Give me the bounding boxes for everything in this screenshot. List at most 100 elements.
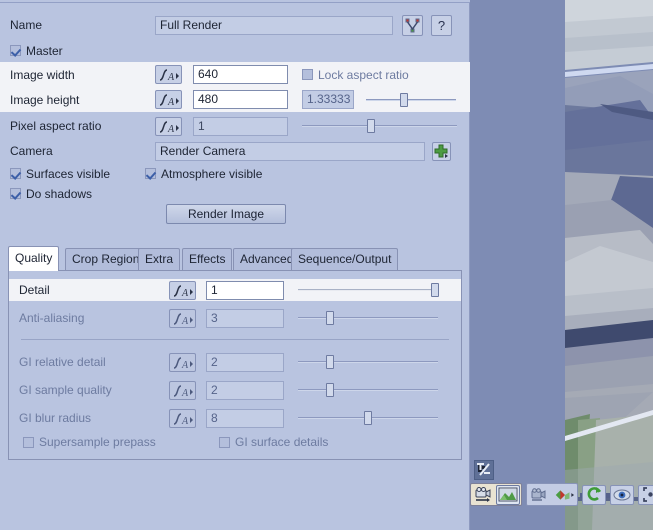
gi-sample-quality-slider[interactable] (298, 383, 438, 397)
toolbar-group-objects[interactable] (526, 483, 578, 506)
tab-crop-region[interactable]: Crop Region (65, 248, 146, 270)
toolbar-group-render[interactable] (470, 483, 522, 506)
eye-preview-icon[interactable] (610, 485, 634, 505)
gi-blur-radius-input[interactable]: 8 (206, 409, 284, 428)
function-curve-icon[interactable]: A (169, 281, 196, 300)
image-height-input[interactable]: 480 (193, 90, 288, 109)
function-curve-icon[interactable]: A (169, 309, 196, 328)
master-label: Master (26, 44, 63, 58)
row-detail: Detail A 1 (9, 279, 461, 301)
image-width-input[interactable]: 640 (193, 65, 288, 84)
lock-aspect-ratio-checkbox[interactable]: Lock aspect ratio (302, 68, 409, 82)
anti-aliasing-slider-thumb[interactable] (326, 311, 334, 325)
pixel-aspect-ratio-label: Pixel aspect ratio (0, 119, 155, 133)
svg-text:A: A (181, 388, 189, 399)
tab-bar[interactable]: Quality Crop Region Extra Effects Advanc… (8, 248, 462, 271)
pixel-aspect-ratio-input[interactable]: 1 (193, 117, 288, 136)
gi-sample-quality-label: GI sample quality (9, 383, 169, 397)
aspect-ratio-value: 1.33333 (302, 90, 354, 109)
row-pixel-aspect-ratio: Pixel aspect ratio A 1 (0, 115, 470, 137)
lock-aspect-ratio-label: Lock aspect ratio (318, 68, 409, 82)
do-shadows-label: Do shadows (26, 187, 92, 201)
pixel-aspect-ratio-slider-thumb[interactable] (367, 119, 375, 133)
name-label: Name (0, 18, 155, 32)
master-checkbox[interactable]: Master (0, 44, 63, 58)
function-curve-icon[interactable]: A (169, 381, 196, 400)
svg-text:A: A (167, 97, 175, 108)
function-curve-icon[interactable]: A (155, 65, 182, 84)
detail-slider-thumb[interactable] (431, 283, 439, 297)
gi-blur-radius-label: GI blur radius (9, 411, 169, 425)
svg-text:A: A (181, 316, 189, 327)
row-visibility: Surfaces visible Atmosphere visible (0, 165, 470, 182)
svg-text:A: A (181, 360, 189, 371)
supersample-prepass-checkbox[interactable]: Supersample prepass (9, 435, 219, 449)
tab-panel-quality: Detail A 1 Anti-aliasing (8, 270, 462, 460)
camera-select[interactable]: Render Camera (155, 142, 425, 161)
function-curve-icon[interactable]: A (155, 117, 182, 136)
svg-text:A: A (167, 72, 175, 83)
atmosphere-visible-checkbox[interactable]: Atmosphere visible (145, 167, 262, 181)
render-settings-panel: Name Full Render ? Master Image (0, 0, 470, 530)
function-curve-icon[interactable]: A (169, 409, 196, 428)
bottom-toolbar[interactable] (470, 483, 653, 506)
function-curve-icon[interactable]: A (155, 90, 182, 109)
gi-surface-details-box[interactable] (219, 437, 230, 448)
gi-relative-detail-input[interactable]: 2 (206, 353, 284, 372)
do-shadows-box[interactable] (10, 188, 21, 199)
aspect-ratio-slider-track (366, 99, 456, 101)
gi-relative-detail-slider[interactable] (298, 355, 438, 369)
app-window: Name Full Render ? Master Image (0, 0, 653, 530)
detail-input[interactable]: 1 (206, 281, 284, 300)
surfaces-visible-box[interactable] (10, 168, 21, 179)
gi-sample-quality-input[interactable]: 2 (206, 381, 284, 400)
render-camera-icon[interactable] (472, 485, 496, 505)
gi-sample-quality-slider-thumb[interactable] (326, 383, 334, 397)
aspect-ratio-slider[interactable] (366, 93, 456, 107)
row-anti-aliasing: Anti-aliasing A 3 (9, 307, 461, 329)
green-plus-icon[interactable] (432, 142, 451, 161)
refresh-green-icon[interactable] (582, 485, 606, 505)
tab-quality[interactable]: Quality (8, 246, 59, 271)
anti-aliasing-slider[interactable] (298, 311, 438, 325)
render-image-preview-icon[interactable] (496, 485, 520, 505)
plus-minus-icon[interactable] (474, 460, 494, 480)
name-input[interactable]: Full Render (155, 16, 393, 35)
row-quality-checkboxes: Supersample prepass GI surface details (9, 433, 461, 451)
detail-slider[interactable] (298, 283, 438, 297)
svg-text:A: A (181, 288, 189, 299)
row-do-shadows: Do shadows (0, 185, 470, 202)
svg-text:A: A (181, 416, 189, 427)
image-height-label: Image height (0, 93, 155, 107)
aspect-ratio-slider-thumb[interactable] (400, 93, 408, 107)
gi-relative-detail-slider-thumb[interactable] (326, 355, 334, 369)
row-master: Master (0, 42, 470, 59)
row-image-width: Image width A 640 Lock aspect ratio (0, 62, 470, 87)
crosshair-focus-icon[interactable] (638, 485, 653, 505)
gi-blur-radius-slider[interactable] (298, 411, 438, 425)
shape-objects-icon[interactable] (552, 485, 576, 505)
gi-sample-quality-slider-track (298, 389, 438, 391)
gi-relative-detail-slider-track (298, 361, 438, 363)
function-curve-icon[interactable]: A (169, 353, 196, 372)
tab-effects[interactable]: Effects (182, 248, 232, 270)
help-button[interactable]: ? (431, 15, 452, 36)
tab-sequence-output[interactable]: Sequence/Output (291, 248, 398, 270)
do-shadows-checkbox[interactable]: Do shadows (0, 187, 92, 201)
camera-object-icon[interactable] (528, 485, 552, 505)
render-image-button[interactable]: Render Image (166, 204, 286, 224)
pixel-aspect-ratio-slider[interactable] (302, 119, 457, 133)
gi-blur-radius-slider-thumb[interactable] (364, 411, 372, 425)
master-checkbox-box[interactable] (10, 45, 21, 56)
gi-surface-details-checkbox[interactable]: GI surface details (219, 435, 328, 449)
row-gi-relative-detail: GI relative detail A 2 (9, 351, 461, 373)
tab-extra[interactable]: Extra (138, 248, 180, 270)
lock-aspect-ratio-box[interactable] (302, 69, 313, 80)
pixel-aspect-ratio-slider-track (302, 125, 457, 127)
anti-aliasing-input[interactable]: 3 (206, 309, 284, 328)
surfaces-visible-checkbox[interactable]: Surfaces visible (0, 167, 145, 181)
node-v-icon[interactable] (402, 15, 423, 36)
atmosphere-visible-box[interactable] (145, 168, 156, 179)
supersample-prepass-box[interactable] (23, 437, 34, 448)
svg-text:A: A (167, 124, 175, 135)
